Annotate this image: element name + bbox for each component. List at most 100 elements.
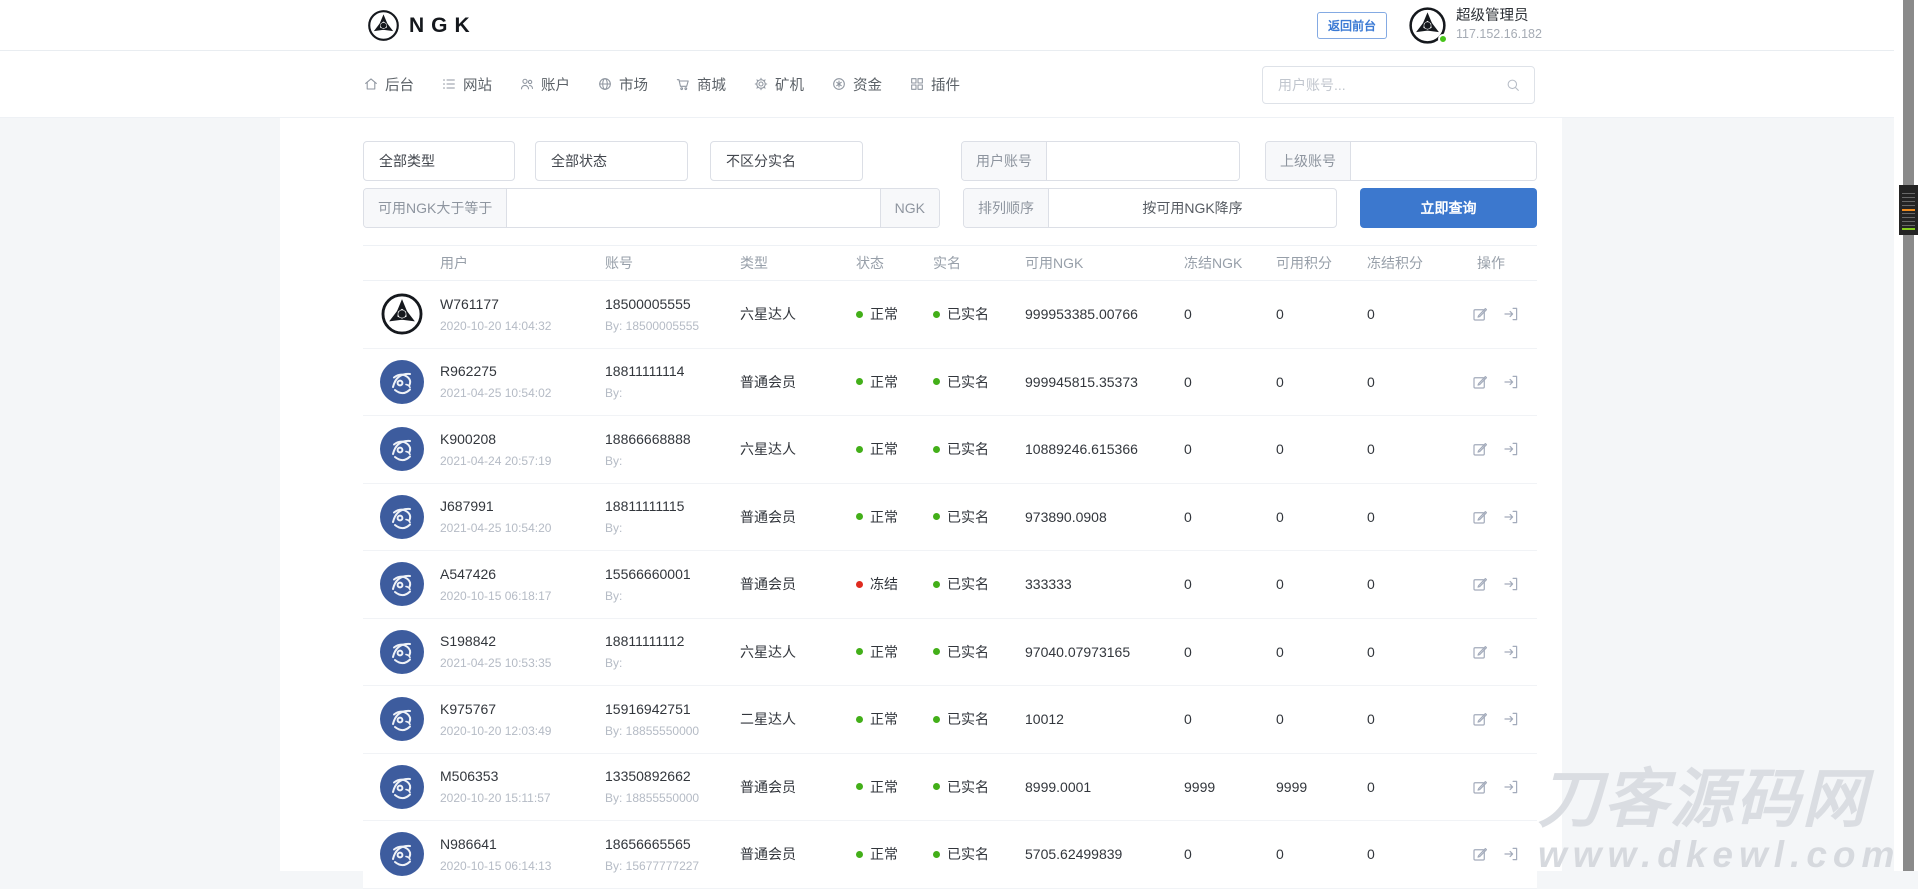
nav-item-miner[interactable]: 矿机 xyxy=(753,74,804,95)
nav-item-website[interactable]: 网站 xyxy=(441,74,492,95)
scrollbar xyxy=(1894,0,1918,871)
main-content: 全部类型 全部状态 不区分实名 用户账号 上级账号 可用NGK大于等于 NGK … xyxy=(363,118,1537,889)
status-select[interactable]: 全部状态 xyxy=(535,141,688,181)
table-row: M506353 2020-10-20 15:11:57 13350892662 … xyxy=(363,754,1537,822)
watermark: 刀客源码网 www.dkewl.com xyxy=(1538,766,1900,873)
realname-dot xyxy=(933,851,940,858)
ngk-gte-group: 可用NGK大于等于 NGK xyxy=(363,188,940,228)
blue-emblem-avatar-icon xyxy=(380,360,424,404)
edit-icon[interactable] xyxy=(1471,373,1489,391)
frozen-points: 0 xyxy=(1367,509,1471,525)
register-time: 2021-04-25 10:53:35 xyxy=(440,656,605,670)
register-time: 2021-04-24 20:57:19 xyxy=(440,454,605,468)
nav-item-plugins[interactable]: 插件 xyxy=(909,74,960,95)
admin-avatar xyxy=(1408,6,1447,45)
member-type: 普通会员 xyxy=(740,372,856,392)
nav-item-mall[interactable]: 商城 xyxy=(675,74,726,95)
scrollbar-track[interactable] xyxy=(1903,0,1914,871)
realname-dot xyxy=(933,513,940,520)
nav-search-box[interactable] xyxy=(1262,66,1535,104)
nav-item-funds[interactable]: 资金 xyxy=(831,74,882,95)
blue-emblem-avatar-icon xyxy=(380,697,424,741)
query-button[interactable]: 立即查询 xyxy=(1360,188,1537,228)
type-select[interactable]: 全部类型 xyxy=(363,141,515,181)
frozen-ngk: 9999 xyxy=(1184,779,1276,795)
frozen-ngk: 0 xyxy=(1184,441,1276,457)
column-header: 状态 xyxy=(856,253,933,273)
scrollbar-marker-green xyxy=(1902,228,1915,230)
realname-text: 已实名 xyxy=(947,507,989,527)
invited-by: By: 18855550000 xyxy=(605,791,740,805)
nav-item-backstage[interactable]: 后台 xyxy=(363,74,414,95)
search-input[interactable] xyxy=(1263,77,1505,93)
account-number: 18811111115 xyxy=(605,498,740,514)
account-number: 18500005555 xyxy=(605,296,740,312)
user-account-label: 用户账号 xyxy=(962,142,1047,180)
frozen-ngk: 0 xyxy=(1184,644,1276,660)
login-as-icon[interactable] xyxy=(1502,373,1520,391)
ngk-gte-input[interactable] xyxy=(507,189,879,227)
account-number: 18811111114 xyxy=(605,363,740,379)
available-points: 9999 xyxy=(1276,779,1367,795)
realname-dot xyxy=(933,311,940,318)
login-as-icon[interactable] xyxy=(1502,575,1520,593)
edit-icon[interactable] xyxy=(1471,305,1489,323)
edit-icon[interactable] xyxy=(1471,508,1489,526)
status-dot xyxy=(856,783,863,790)
admin-info[interactable]: 超级管理员 117.152.16.182 xyxy=(1408,6,1542,45)
status-dot xyxy=(856,378,863,385)
table-row: K975767 2020-10-20 12:03:49 15916942751 … xyxy=(363,686,1537,754)
column-header: 操作 xyxy=(1471,253,1537,273)
account-number: 13350892662 xyxy=(605,768,740,784)
user-id: A547426 xyxy=(440,566,605,582)
register-time: 2020-10-15 06:18:17 xyxy=(440,589,605,603)
edit-icon[interactable] xyxy=(1471,440,1489,458)
back-to-front-button[interactable]: 返回前台 xyxy=(1317,12,1387,39)
realname-text: 已实名 xyxy=(947,304,989,324)
login-as-icon[interactable] xyxy=(1502,710,1520,728)
edit-icon[interactable] xyxy=(1471,845,1489,863)
search-icon[interactable] xyxy=(1505,77,1521,93)
account-number: 15916942751 xyxy=(605,701,740,717)
user-id: S198842 xyxy=(440,633,605,649)
nav-item-account[interactable]: 账户 xyxy=(519,74,570,95)
user-id: K900208 xyxy=(440,431,605,447)
member-type: 二星达人 xyxy=(740,709,856,729)
scrollbar-thumb[interactable] xyxy=(1899,185,1918,235)
realname-select[interactable]: 不区分实名 xyxy=(710,141,863,181)
table-row: N986641 2020-10-15 06:14:13 18656665565 … xyxy=(363,821,1537,889)
available-ngk: 10889246.615366 xyxy=(1025,441,1184,457)
login-as-icon[interactable] xyxy=(1502,508,1520,526)
login-as-icon[interactable] xyxy=(1502,643,1520,661)
login-as-icon[interactable] xyxy=(1502,305,1520,323)
edit-icon[interactable] xyxy=(1471,575,1489,593)
login-as-icon[interactable] xyxy=(1502,440,1520,458)
blue-emblem-avatar-icon xyxy=(380,562,424,606)
nav-items: 后台 网站 账户 市场 商城 矿机 资金 插件 xyxy=(363,51,960,117)
member-type: 普通会员 xyxy=(740,507,856,527)
order-label: 排列顺序 xyxy=(964,189,1049,227)
available-points: 0 xyxy=(1276,374,1367,390)
realname-dot xyxy=(933,783,940,790)
user-account-input[interactable] xyxy=(1047,142,1239,180)
available-points: 0 xyxy=(1276,846,1367,862)
admin-name: 超级管理员 xyxy=(1456,6,1542,26)
parent-account-group: 上级账号 xyxy=(1265,141,1537,181)
edit-icon[interactable] xyxy=(1471,643,1489,661)
table-row: K900208 2021-04-24 20:57:19 18866668888 … xyxy=(363,416,1537,484)
edit-icon[interactable] xyxy=(1471,778,1489,796)
parent-account-input[interactable] xyxy=(1351,142,1536,180)
user-id: W761177 xyxy=(440,296,605,312)
login-as-icon[interactable] xyxy=(1502,778,1520,796)
order-select[interactable]: 按可用NGK降序 xyxy=(1049,189,1336,227)
list-icon xyxy=(441,76,457,92)
available-points: 0 xyxy=(1276,509,1367,525)
edit-icon[interactable] xyxy=(1471,710,1489,728)
nav-item-market[interactable]: 市场 xyxy=(597,74,648,95)
login-as-icon[interactable] xyxy=(1502,845,1520,863)
invited-by: By: xyxy=(605,521,740,535)
member-type: 普通会员 xyxy=(740,574,856,594)
status-text: 正常 xyxy=(870,439,898,459)
invited-by: By: 18500005555 xyxy=(605,319,740,333)
available-ngk: 97040.07973165 xyxy=(1025,644,1184,660)
